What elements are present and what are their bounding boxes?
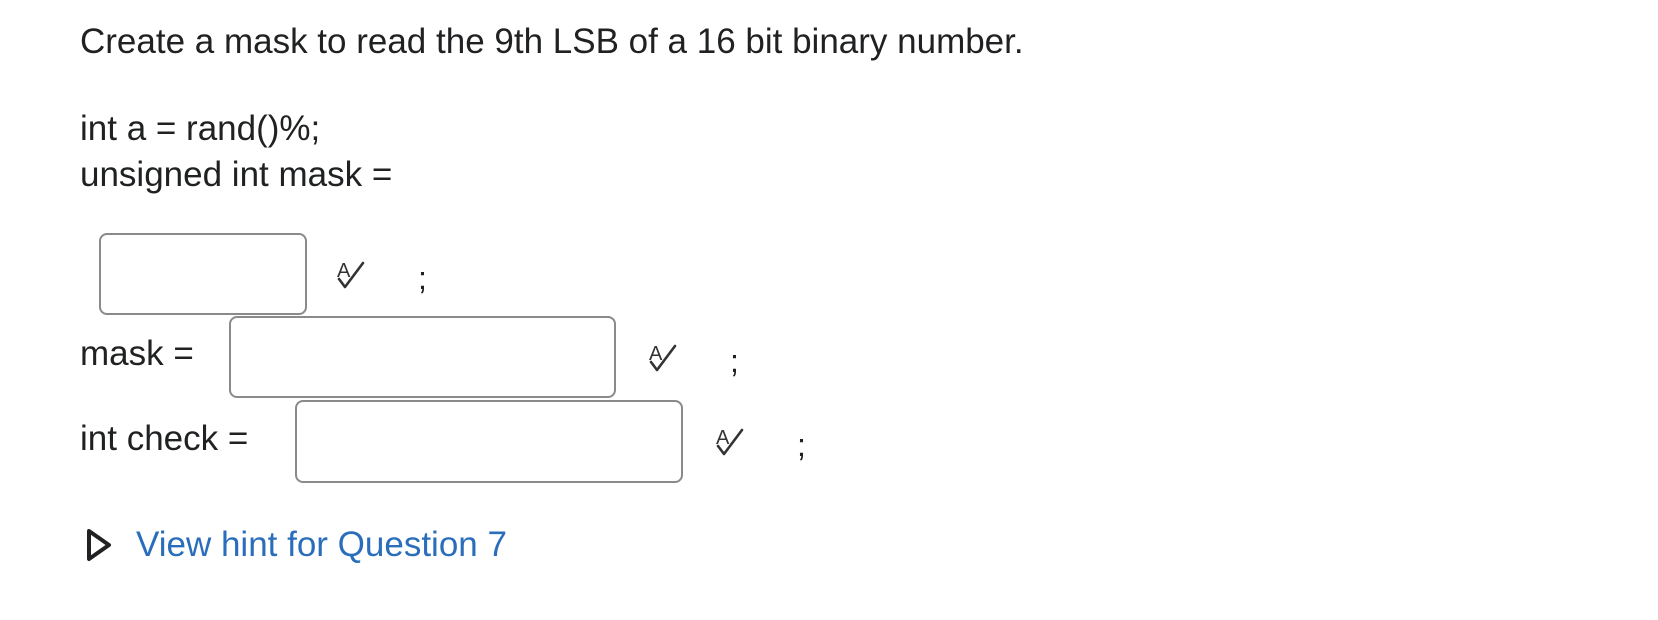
answer-field-1[interactable] [99, 233, 307, 315]
answer-label-mask: mask = [80, 334, 194, 373]
answer-suffix-1: ; [418, 260, 427, 296]
spell-check-icon[interactable]: A [645, 338, 685, 378]
view-hint-button[interactable]: View hint for Question 7 [84, 522, 507, 568]
spell-check-icon[interactable]: A [333, 255, 373, 295]
answer-field-mask[interactable] [229, 316, 616, 398]
question-text: Create a mask to read the 9th LSB of a 1… [80, 22, 1024, 61]
spell-check-icon[interactable]: A [712, 422, 752, 462]
answer-suffix-check: ; [797, 427, 806, 463]
caret-right-icon [87, 529, 111, 561]
answer-suffix-mask: ; [730, 343, 739, 379]
code-line-unsigned-mask: unsigned int mask = [80, 155, 393, 194]
code-line-int-a: int a = rand()%; [80, 109, 321, 148]
hint-link-text[interactable]: View hint for Question 7 [136, 522, 507, 568]
answer-label-check: int check = [80, 419, 249, 458]
answer-field-check[interactable] [295, 400, 683, 483]
